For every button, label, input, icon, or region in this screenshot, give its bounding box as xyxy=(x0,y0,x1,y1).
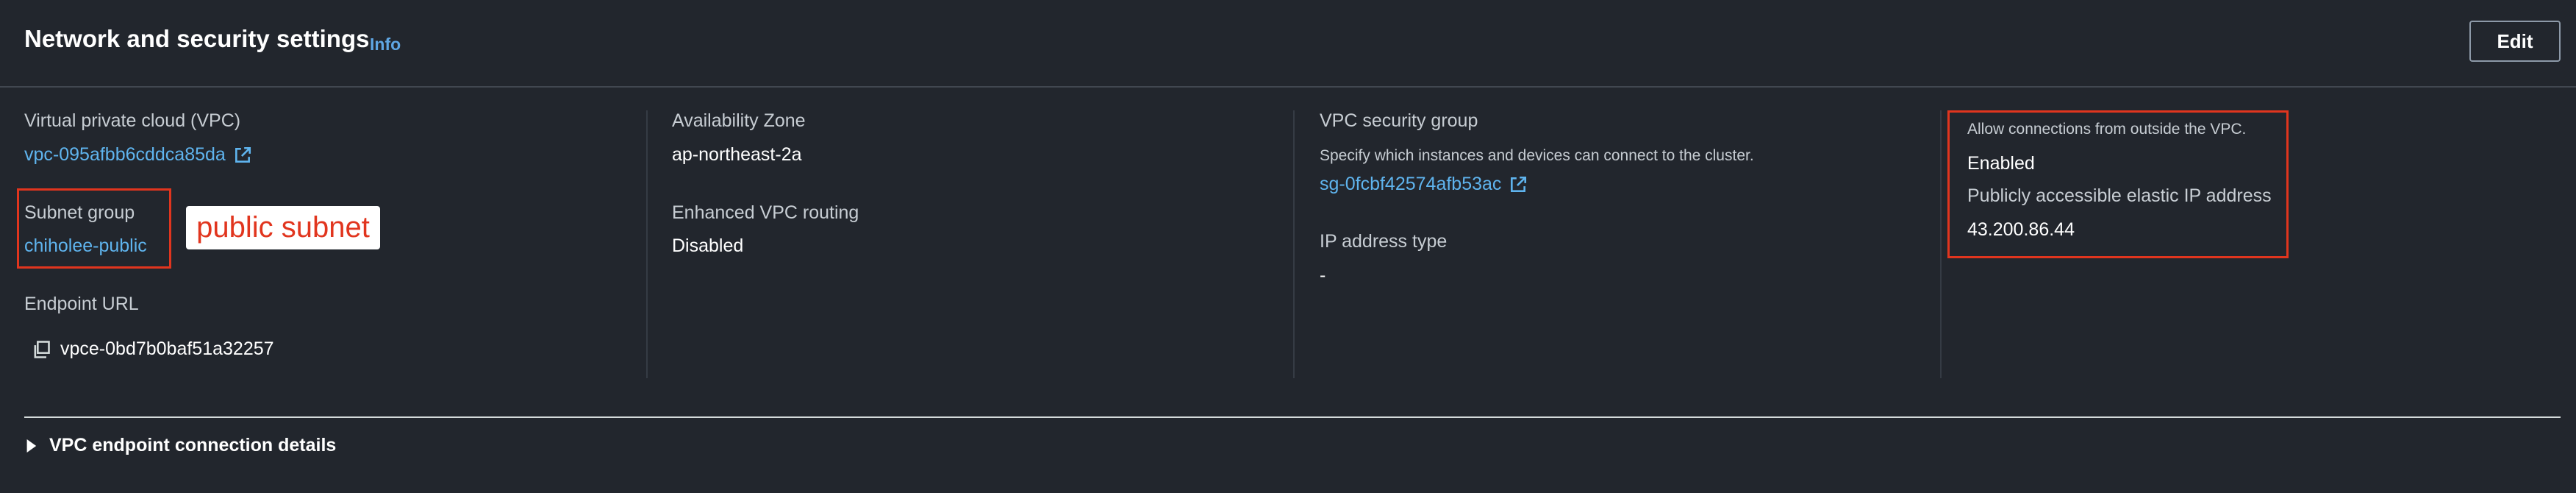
caret-right-icon[interactable] xyxy=(24,439,37,453)
security-group-link[interactable]: sg-0fcbf42574afb53ac xyxy=(1320,174,1528,195)
endpoint-url-label: Endpoint URL xyxy=(24,294,139,314)
elastic-ip-value: 43.200.86.44 xyxy=(1967,219,2075,240)
public-access-label: Allow connections from outside the VPC. xyxy=(1967,121,2247,138)
column-divider xyxy=(1293,110,1295,378)
vpc-label: Virtual private cloud (VPC) xyxy=(24,110,241,131)
availability-zone-value: ap-northeast-2a xyxy=(672,144,802,165)
section-divider xyxy=(24,416,2561,418)
elastic-ip-label: Publicly accessible elastic IP address xyxy=(1967,185,2272,206)
vpc-security-group-label: VPC security group xyxy=(1320,110,1478,131)
subnet-group-label: Subnet group xyxy=(24,202,135,223)
enhanced-vpc-routing-value: Disabled xyxy=(672,235,744,256)
availability-zone-label: Availability Zone xyxy=(672,110,806,131)
external-link-icon xyxy=(235,146,251,163)
vpc-link[interactable]: vpc-095afbb6cddca85da xyxy=(24,144,252,166)
section-title: Network and security settings xyxy=(24,25,370,52)
subnet-group-link-text[interactable]: chiholee-public xyxy=(24,235,147,257)
section-header: Network and security settings Info Edit xyxy=(0,0,2576,88)
external-link-icon xyxy=(1511,176,1527,192)
column-divider xyxy=(646,110,648,378)
copy-icon[interactable] xyxy=(31,339,51,360)
info-link[interactable]: Info xyxy=(370,35,401,54)
vpc-security-group-description: Specify which instances and devices can … xyxy=(1320,147,1754,164)
public-access-value: Enabled xyxy=(1967,153,2035,174)
subnet-group-link[interactable]: chiholee-public xyxy=(24,235,147,257)
security-group-link-text[interactable]: sg-0fcbf42574afb53ac xyxy=(1320,174,1501,195)
column-divider xyxy=(1940,110,1942,378)
public-subnet-annotation: public subnet xyxy=(186,206,380,249)
edit-button[interactable]: Edit xyxy=(2469,21,2561,62)
vpc-endpoint-details-expander[interactable]: VPC endpoint connection details xyxy=(24,435,336,456)
ip-address-type-label: IP address type xyxy=(1320,231,1448,252)
endpoint-url-copy[interactable]: vpce-0bd7b0baf51a32257 xyxy=(31,338,274,360)
vpc-endpoint-details-label[interactable]: VPC endpoint connection details xyxy=(49,435,336,456)
vpc-link-text[interactable]: vpc-095afbb6cddca85da xyxy=(24,144,226,166)
endpoint-url-value: vpce-0bd7b0baf51a32257 xyxy=(60,338,274,359)
ip-address-type-value: - xyxy=(1320,265,1326,285)
enhanced-vpc-routing-label: Enhanced VPC routing xyxy=(672,202,859,223)
